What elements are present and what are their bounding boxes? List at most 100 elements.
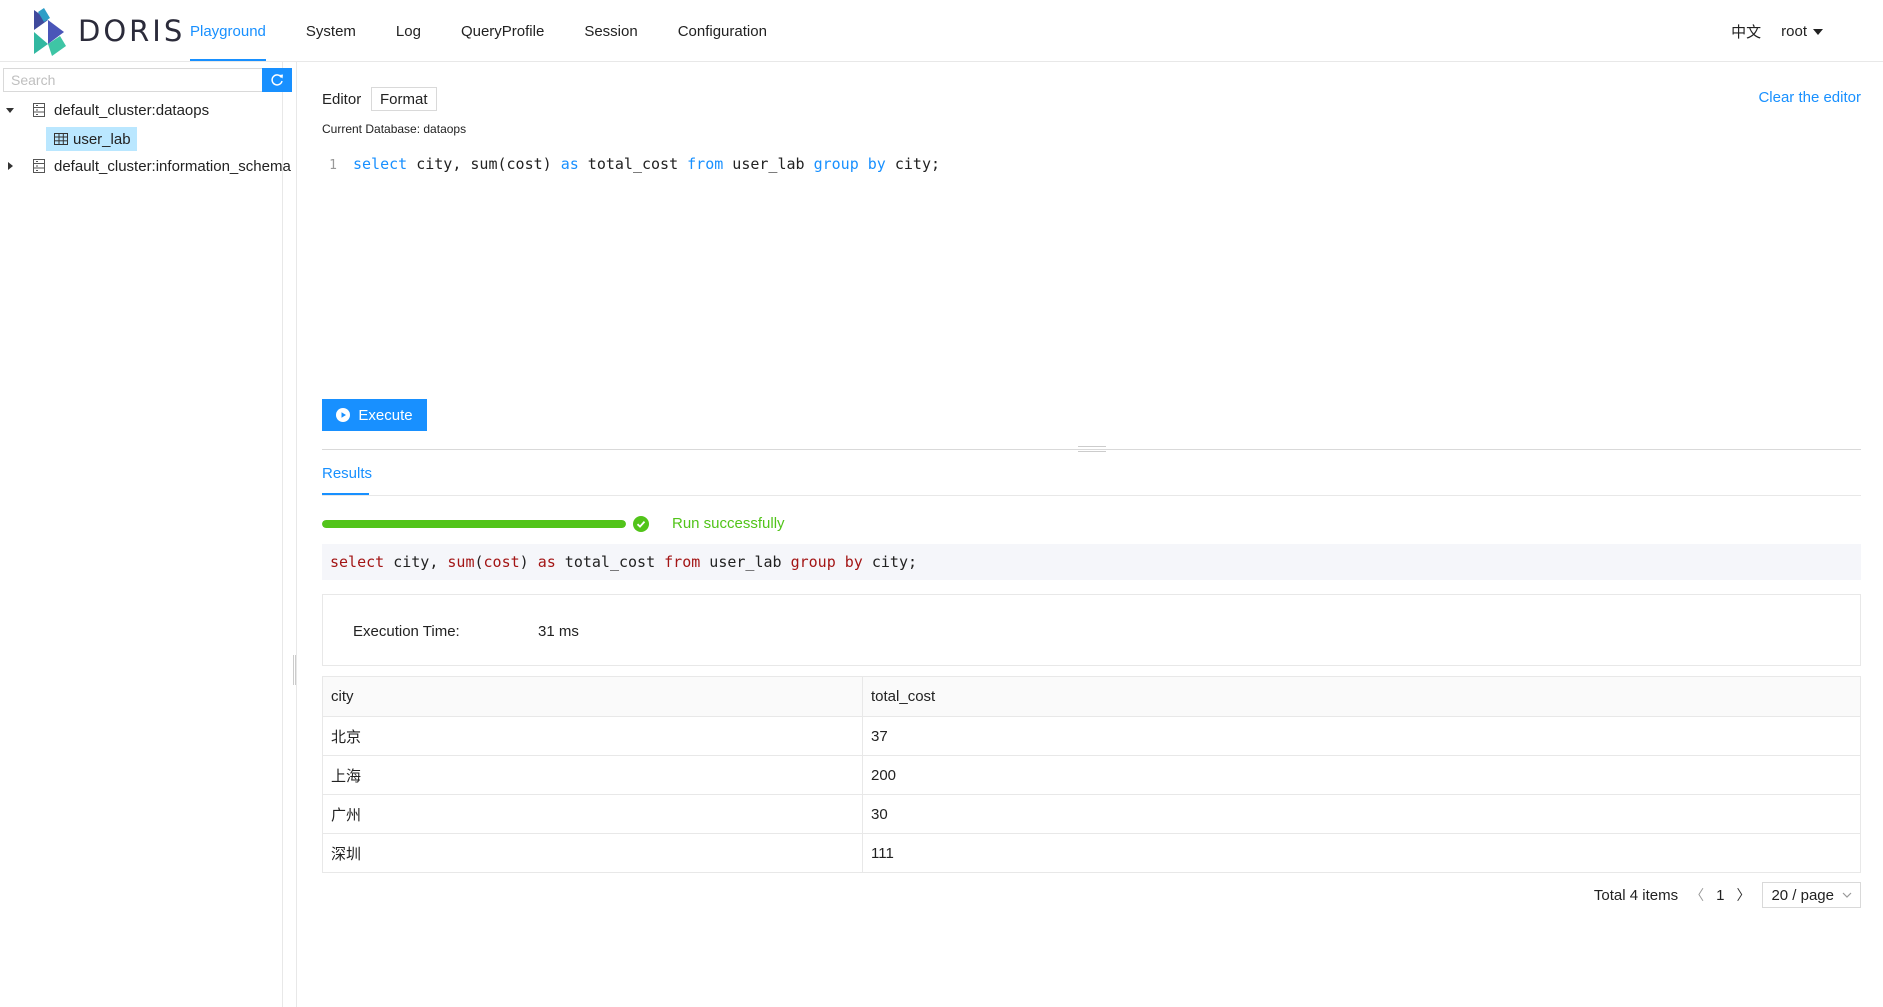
progress-bar xyxy=(322,520,626,528)
sql-text: city; xyxy=(885,155,941,173)
sql-keyword: as xyxy=(537,553,556,571)
tree-node-label: default_cluster:information_schema xyxy=(54,157,291,175)
executed-sql: select city, sum(cost) as total_cost fro… xyxy=(322,544,1861,580)
tabs-underline xyxy=(322,495,1861,496)
total-items: Total 4 items xyxy=(1593,886,1679,904)
sql-text: total_cost xyxy=(578,155,688,173)
line-number: 1 xyxy=(329,158,337,173)
nav-configuration[interactable]: Configuration xyxy=(658,0,787,62)
table-cell: 深圳 xyxy=(322,833,863,873)
execute-button[interactable]: Execute xyxy=(322,399,427,431)
table-header-row: city total_cost xyxy=(322,676,1861,717)
table-cell: 111 xyxy=(862,833,1861,873)
tree-node-label: default_cluster:dataops xyxy=(54,101,210,119)
table-cell: 37 xyxy=(862,716,1861,756)
tree-node-user-lab[interactable]: user_lab xyxy=(46,127,137,151)
sql-text: city, sum(cost) xyxy=(407,155,561,173)
user-name: root xyxy=(1781,22,1807,40)
nav-session[interactable]: Session xyxy=(564,0,657,62)
page-size-value: 20 / page xyxy=(1771,886,1834,904)
current-database: Current Database: dataops xyxy=(322,122,467,136)
nav-log[interactable]: Log xyxy=(376,0,441,62)
table-cell: 200 xyxy=(862,755,1861,795)
caret-down-icon xyxy=(1813,28,1823,35)
pagination: Total 4 items 〈 1 〉 20 / page xyxy=(1594,882,1861,908)
nav-playground[interactable]: Playground xyxy=(170,0,286,62)
table-row: 上海 200 xyxy=(322,755,1861,795)
search-input[interactable] xyxy=(3,68,262,92)
resize-handle[interactable] xyxy=(1078,446,1106,452)
search-box xyxy=(3,68,292,92)
database-icon xyxy=(30,159,48,173)
play-circle-icon xyxy=(336,408,351,422)
tree-node-information-schema[interactable]: default_cluster:information_schema xyxy=(0,154,291,178)
top-header: DORIS Playground System Log QueryProfile… xyxy=(0,0,1883,62)
execute-label: Execute xyxy=(358,406,413,424)
table-icon xyxy=(54,133,68,145)
execution-time-value: 31 ms xyxy=(538,623,579,640)
sql-text: ( xyxy=(474,553,484,571)
sql-text: user_lab xyxy=(700,553,791,571)
tree-node-label: user_lab xyxy=(73,130,131,148)
chevron-down-icon xyxy=(1842,892,1852,898)
sql-keyword: group xyxy=(813,155,859,173)
table-cell: 30 xyxy=(862,794,1861,834)
next-page-icon[interactable]: 〉 xyxy=(1736,885,1750,905)
sql-function: sum xyxy=(447,553,475,571)
tree-node-dataops[interactable]: default_cluster:dataops xyxy=(0,98,209,122)
database-icon xyxy=(30,103,48,117)
current-page[interactable]: 1 xyxy=(1716,887,1724,904)
language-switch[interactable]: 中文 xyxy=(1731,21,1761,42)
column-header-total-cost[interactable]: total_cost xyxy=(862,676,1861,717)
sidebar-resize-handle[interactable] xyxy=(293,655,296,685)
header-right: 中文 root xyxy=(1731,0,1823,62)
sql-text: user_lab xyxy=(723,155,814,173)
sql-keyword: select xyxy=(353,155,408,173)
sql-identifier: cost xyxy=(483,553,520,571)
check-circle-icon xyxy=(633,516,649,532)
sql-keyword: from xyxy=(687,155,724,173)
results-table: city total_cost 北京 37 上海 200 广州 30 深圳 111 xyxy=(322,676,1861,873)
execution-time-label: Execution Time: xyxy=(353,623,460,640)
caret-down-icon xyxy=(6,107,14,113)
tab-ink-bar xyxy=(322,493,369,495)
prev-page-icon[interactable]: 〈 xyxy=(1690,885,1704,905)
refresh-icon xyxy=(271,74,283,86)
sql-text: city, xyxy=(384,553,448,571)
table-row: 深圳 111 xyxy=(322,833,1861,873)
user-menu[interactable]: root xyxy=(1781,23,1823,40)
panel-divider xyxy=(296,62,297,1007)
table-row: 北京 37 xyxy=(322,716,1861,756)
editor-label: Editor xyxy=(322,91,362,108)
sql-editor[interactable]: 1 select city, sum(cost) as total_cost fr… xyxy=(322,155,940,173)
sql-keyword: select xyxy=(330,553,385,571)
tab-results[interactable]: Results xyxy=(322,465,372,492)
table-cell: 广州 xyxy=(322,794,863,834)
format-button[interactable]: Format xyxy=(371,87,437,111)
caret-right-icon xyxy=(7,162,13,170)
column-header-city[interactable]: city xyxy=(322,676,863,717)
tree-expand-toggle[interactable] xyxy=(0,162,20,170)
sql-keyword: from xyxy=(664,553,701,571)
sql-keyword: by xyxy=(844,553,863,571)
sql-text: ) xyxy=(519,553,538,571)
clear-editor-link[interactable]: Clear the editor xyxy=(1758,89,1861,106)
sql-keyword: as xyxy=(560,155,579,173)
execution-info: Execution Time: 31 ms xyxy=(322,594,1861,666)
nav-queryprofile[interactable]: QueryProfile xyxy=(441,0,564,62)
sql-keyword: by xyxy=(867,155,886,173)
sidebar: default_cluster:dataops user_lab default… xyxy=(0,62,292,1007)
table-row: 广州 30 xyxy=(322,794,1861,834)
page-size-select[interactable]: 20 / page xyxy=(1762,882,1861,908)
nav-system[interactable]: System xyxy=(286,0,376,62)
tree-expand-toggle[interactable] xyxy=(0,107,20,113)
progress-fill xyxy=(322,520,626,528)
refresh-button[interactable] xyxy=(262,68,292,92)
sql-text: total_cost xyxy=(555,553,665,571)
main-nav: Playground System Log QueryProfile Sessi… xyxy=(170,0,787,62)
sql-text: city; xyxy=(862,553,918,571)
table-cell: 北京 xyxy=(322,716,863,756)
table-cell: 上海 xyxy=(322,755,863,795)
